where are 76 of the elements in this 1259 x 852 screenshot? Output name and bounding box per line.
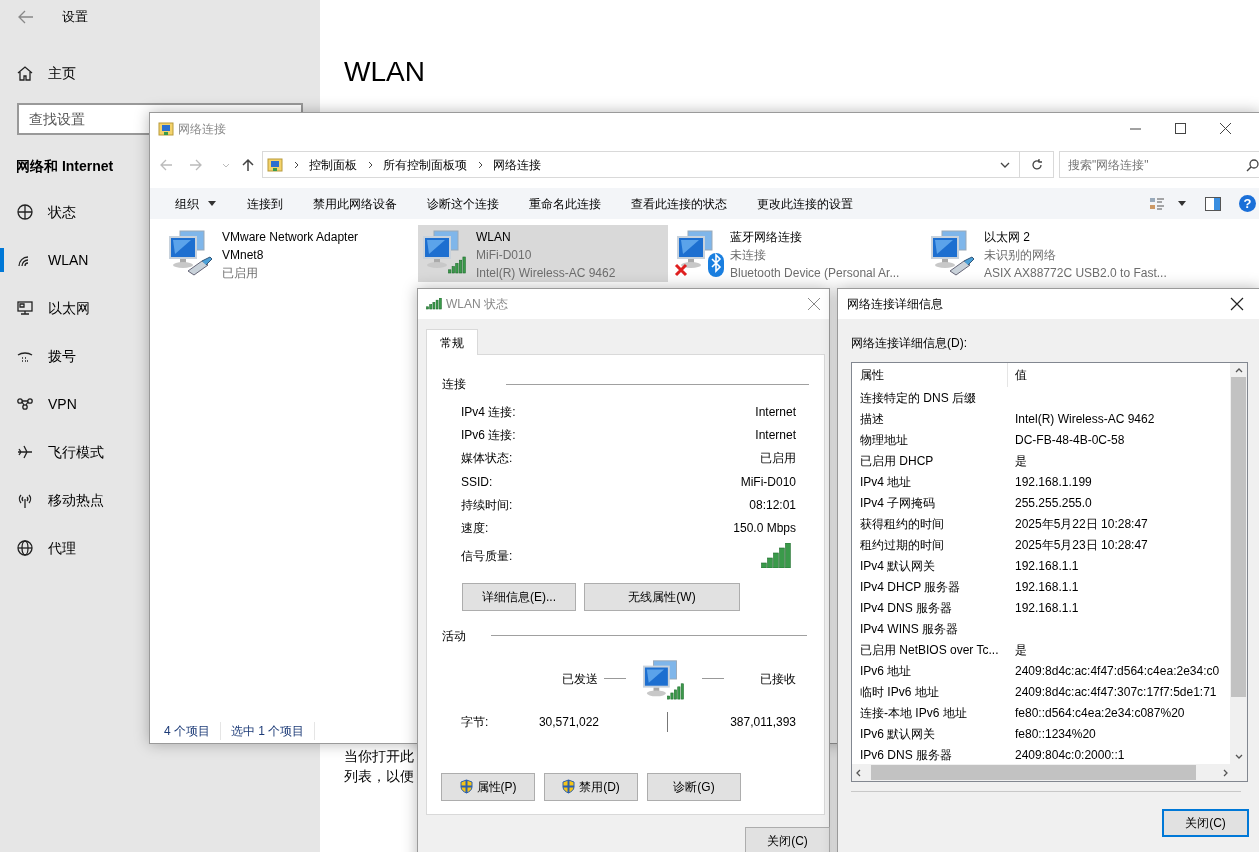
property-cell-text: 连接-本地 IPv6 地址	[859, 705, 968, 722]
value-cell-text: 192.168.1.1	[1014, 579, 1079, 596]
value-cell-text: 192.168.1.1	[1014, 600, 1079, 617]
value-cell-text: 2409:8d4c:ac:4f47:307c:17f7:5de1:71	[1014, 684, 1217, 701]
property-cell-text: IPv4 DHCP 服务器	[859, 579, 962, 596]
bytes-sent: 30,571,022	[537, 713, 599, 731]
adapter-name: 蓝牙网络连接	[730, 229, 803, 246]
property-cell-text: IPv4 地址	[859, 474, 913, 491]
property-cell-text: 物理地址	[859, 432, 909, 449]
value-cell-text: Intel(R) Wireless-AC 9462	[1014, 411, 1155, 428]
adapter-device: ASIX AX88772C USB2.0 to Fast...	[984, 265, 1168, 282]
group-heading: 连接	[442, 376, 466, 393]
page-title: WLAN	[344, 56, 425, 87]
adapter-status: 已启用	[222, 265, 259, 282]
field-label: IPv6 连接:	[461, 426, 516, 444]
adapter-name: 以太网 2	[984, 229, 1031, 246]
bytes-received: 387,011,393	[730, 713, 796, 731]
value-cell-text: 192.168.1.1	[1014, 558, 1079, 575]
field-label: 信号质量:	[461, 547, 513, 565]
value-cell-text: DC-FB-48-4B-0C-58	[1014, 432, 1125, 449]
window-title: 网络连接详细信息	[847, 296, 943, 313]
value-cell-text: 是	[1014, 642, 1027, 659]
adapter-name: WLAN	[476, 229, 512, 246]
property-cell-text: 租约过期的时间	[859, 537, 945, 554]
value-cell-text: 192.168.1.199	[1014, 474, 1092, 491]
field-value: 已启用	[760, 450, 796, 468]
field-value: 150.0 Mbps	[733, 520, 796, 538]
body-text: 列表，以便	[344, 768, 414, 784]
adapter-status: MiFi-D010	[476, 247, 533, 264]
property-cell-text: 连接特定的 DNS 后缀	[859, 390, 977, 407]
property-cell-text: IPv4 子网掩码	[859, 495, 937, 512]
property-cell-text: 描述	[859, 411, 885, 428]
property-cell-text: 获得租约的时间	[859, 516, 945, 533]
field-value: Internet	[755, 426, 796, 444]
value-cell-text: fe80::d564:c4ea:2e34:c087%20	[1014, 705, 1185, 722]
value-cell-text: 2025年5月22日 10:28:47	[1014, 516, 1148, 533]
property-cell-text: IPv4 DNS 服务器	[859, 600, 953, 617]
property-cell-text: 已启用 DHCP	[859, 453, 935, 470]
list-label: 网络连接详细信息(D):	[851, 336, 967, 350]
value-cell-text: 是	[1014, 453, 1027, 470]
field-label: IPv4 连接:	[461, 403, 516, 421]
adapter-status: 未连接	[730, 247, 767, 264]
group-heading: 活动	[442, 627, 466, 645]
property-cell-text: IPv6 DNS 服务器	[859, 747, 953, 764]
field-label: 媒体状态:	[461, 450, 513, 468]
field-label: 速度:	[461, 520, 489, 538]
adapter-name: VMware Network Adapter VMnet8	[222, 229, 360, 264]
property-cell-text: 已启用 NetBIOS over Tc...	[859, 642, 1000, 659]
property-cell-text: 临时 IPv6 地址	[859, 684, 940, 701]
property-cell-text: IPv4 WINS 服务器	[859, 621, 959, 638]
field-value: MiFi-D010	[740, 473, 796, 491]
field-label: SSID:	[461, 473, 493, 491]
property-cell-text: IPv6 地址	[859, 663, 913, 680]
field-label: 字节:	[461, 713, 490, 731]
property-cell-text: IPv6 默认网关	[859, 726, 937, 743]
field-value: 08:12:01	[749, 496, 796, 514]
sent-label: 已发送	[562, 671, 598, 686]
field-label: 持续时间:	[461, 496, 513, 514]
adapter-device: Bluetooth Device (Personal Ar...	[730, 265, 901, 282]
window-title: 设置	[62, 8, 88, 27]
body-text: 当你打开此	[344, 748, 414, 764]
received-label: 已接收	[760, 670, 796, 688]
field-value: Internet	[755, 403, 796, 421]
status-text: 4 个项目	[164, 722, 221, 740]
window-title: 网络连接	[178, 120, 226, 138]
window-title: WLAN 状态	[446, 296, 508, 313]
adapter-status: 未识别的网络	[984, 247, 1057, 264]
value-cell-text: 2025年5月23日 10:28:47	[1014, 537, 1148, 554]
value-cell-text: 2409:8d4c:ac:4f47:d564:c4ea:2e34:c0	[1014, 663, 1220, 680]
status-text: 选中 1 个项目	[231, 722, 316, 740]
value-cell-text: 255.255.255.0	[1014, 495, 1092, 512]
value-cell-text: fe80::1234%20	[1014, 726, 1096, 743]
section-heading: 网络和 Internet	[16, 156, 114, 176]
property-cell-text: IPv4 默认网关	[859, 558, 937, 575]
adapter-device: Intel(R) Wireless-AC 9462	[476, 265, 617, 282]
value-cell-text: 2409:804c:0:2000::1	[1014, 747, 1125, 764]
